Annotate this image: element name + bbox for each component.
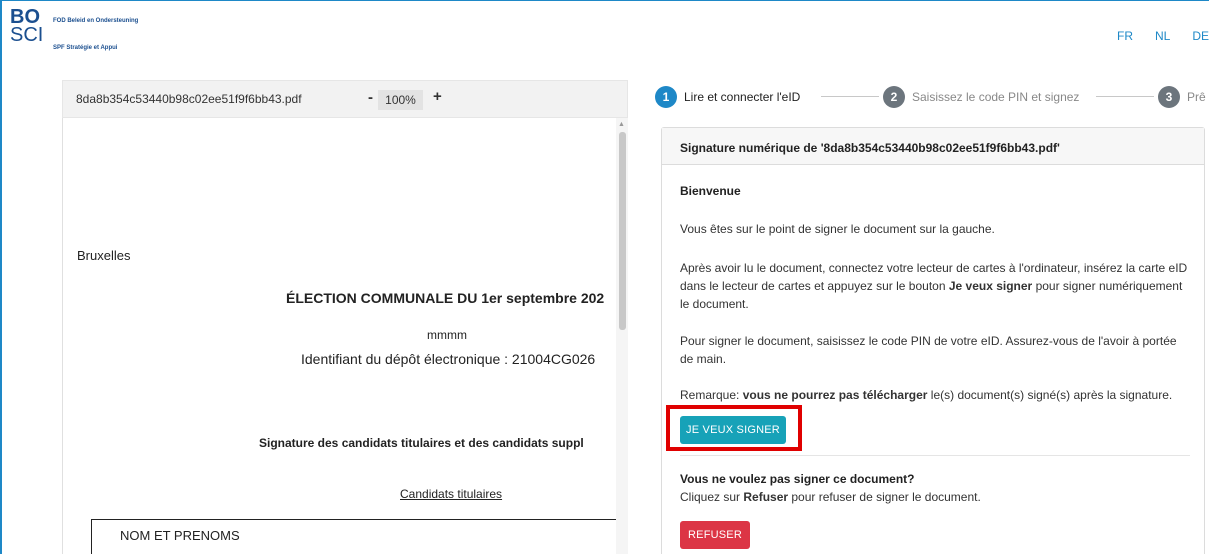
zoom-in-button[interactable]: + xyxy=(433,88,442,105)
step-connector-2 xyxy=(1096,96,1154,97)
step-3: 3 Prê xyxy=(1158,86,1206,108)
remark-pre: Remarque: xyxy=(680,388,743,402)
step-2-number: 2 xyxy=(883,86,905,108)
refuse-post: pour refuser de signer le document. xyxy=(788,490,981,504)
scroll-up-arrow-icon[interactable]: ▲ xyxy=(618,121,625,128)
language-switcher: FR NL DE xyxy=(1095,29,1209,43)
intro-text: Vous êtes sur le point de signer le docu… xyxy=(680,222,995,236)
doc-table-header: NOM ET PRENOMS xyxy=(120,528,240,543)
zoom-level: 100% xyxy=(378,90,423,110)
welcome-heading: Bienvenue xyxy=(680,184,741,198)
refuse-heading: Vous ne voulez pas signer ce document? xyxy=(680,472,915,486)
sign-button-highlight xyxy=(666,405,802,451)
lang-de[interactable]: DE xyxy=(1192,29,1209,43)
step-1-label: Lire et connecter l'eID xyxy=(684,90,801,104)
zoom-out-button[interactable]: - xyxy=(368,89,373,106)
step-2: 2 Saisissez le code PIN et signez xyxy=(883,86,1079,108)
bosa-logo: BO SCI xyxy=(10,7,50,54)
instructions-text: Après avoir lu le document, connectez vo… xyxy=(680,259,1190,313)
pdf-viewer: 8da8b354c53440b98c02ee51f9f6bb43.pdf - 1… xyxy=(62,80,628,554)
remark-text: Remarque: vous ne pourrez pas télécharge… xyxy=(680,386,1190,404)
card-divider xyxy=(680,455,1190,456)
signature-card: Signature numérique de '8da8b354c53440b9… xyxy=(661,127,1205,554)
refuse-button[interactable]: REFUSER xyxy=(680,521,750,549)
remark-bold: vous ne pourrez pas télécharger xyxy=(742,388,928,402)
org-name-fr: SPF Stratégie et Appui xyxy=(53,45,118,51)
org-name-nl: FOD Beleid en Ondersteuning xyxy=(53,18,139,24)
doc-candidates-table: NOM ET PRENOMS xyxy=(91,519,616,554)
doc-city: Bruxelles xyxy=(77,248,131,263)
step-1-number: 1 xyxy=(655,86,677,108)
refuse-bold: Refuser xyxy=(743,490,789,504)
lang-nl[interactable]: NL xyxy=(1155,29,1170,43)
step-2-label: Saisissez le code PIN et signez xyxy=(912,90,1080,104)
doc-candidates-label: Candidats titulaires xyxy=(400,487,503,501)
step-connector-1 xyxy=(821,96,879,97)
logo-bottom: SCI xyxy=(10,24,44,46)
card-header: Signature numérique de '8da8b354c53440b9… xyxy=(662,128,1204,165)
pdf-page: Bruxelles ÉLECTION COMMUNALE DU 1er sept… xyxy=(62,118,616,554)
pdf-toolbar: 8da8b354c53440b98c02ee51f9f6bb43.pdf - 1… xyxy=(62,80,628,118)
doc-deposit-id: Identifiant du dépôt électronique : 2100… xyxy=(301,351,596,367)
doc-name: mmmm xyxy=(427,328,467,342)
step-1: 1 Lire et connecter l'eID xyxy=(655,86,800,108)
pdf-filename: 8da8b354c53440b98c02ee51f9f6bb43.pdf xyxy=(76,92,302,106)
pdf-scrollbar[interactable]: ▲ xyxy=(616,118,628,554)
lang-fr[interactable]: FR xyxy=(1117,29,1133,43)
refuse-pre: Cliquez sur xyxy=(680,490,744,504)
step-3-number: 3 xyxy=(1158,86,1180,108)
pin-info-text: Pour signer le document, saisissez le co… xyxy=(680,334,1177,366)
refuse-text: Cliquez sur Refuser pour refuser de sign… xyxy=(680,488,1190,506)
doc-title: ÉLECTION COMMUNALE DU 1er septembre 202 xyxy=(286,290,605,306)
doc-signature-heading: Signature des candidats titulaires et de… xyxy=(259,436,584,450)
step-3-label: Prê xyxy=(1187,90,1206,104)
remark-post: le(s) document(s) signé(s) après la sign… xyxy=(927,388,1173,402)
scroll-thumb[interactable] xyxy=(619,132,626,330)
instructions-bold: Je veux signer xyxy=(948,279,1033,293)
